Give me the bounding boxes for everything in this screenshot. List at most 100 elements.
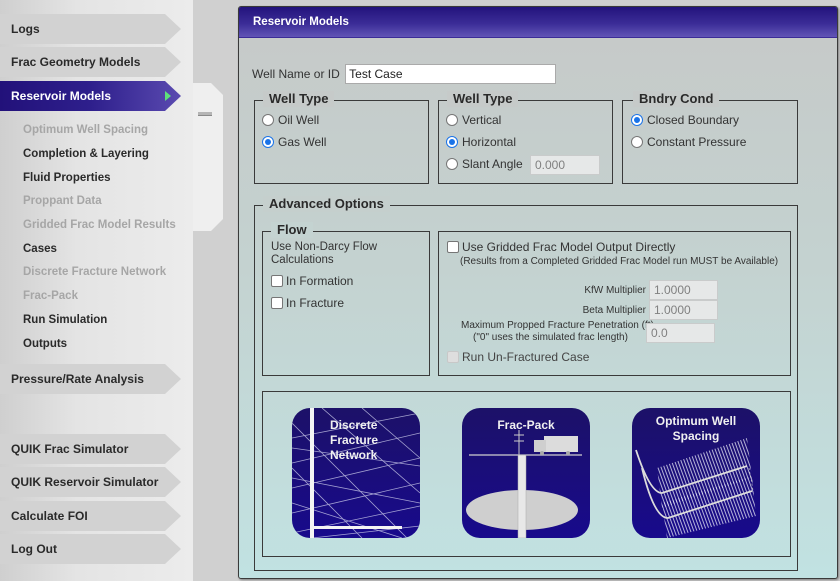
checkbox[interactable]	[271, 297, 283, 309]
checkbox[interactable]	[447, 241, 459, 253]
max-penetration-label: Maximum Propped Fracture Penetration (ft…	[461, 320, 654, 331]
radio-button[interactable]	[631, 114, 643, 126]
kfw-multiplier-label: KfW Multiplier	[584, 285, 646, 296]
radio-vertical[interactable]: Vertical	[446, 113, 501, 127]
boundary-condition-group: Bndry Cond Closed Boundary Constant Pres…	[622, 91, 798, 184]
non-darcy-description: Use Non-Darcy Flow Calculations	[271, 241, 378, 266]
radio-label: Closed Boundary	[647, 113, 740, 127]
subnav-completion-layering[interactable]: Completion & Layering	[23, 148, 149, 160]
tile-label: Frac-Pack	[462, 418, 590, 433]
radio-button[interactable]	[446, 114, 458, 126]
radio-label: Slant Angle	[462, 157, 523, 171]
advanced-options-group: Advanced Options Flow Use Non-Darcy Flow…	[254, 196, 798, 571]
nav-label: QUIK Reservoir Simulator	[11, 475, 159, 489]
check-label: In Fracture	[286, 296, 345, 310]
nav-label: Calculate FOI	[11, 509, 88, 523]
subnav-cases[interactable]: Cases	[23, 243, 57, 255]
tile-label-line: Fracture	[330, 433, 379, 447]
boundary-legend: Bndry Cond	[633, 91, 720, 107]
nav-log-out[interactable]: Log Out	[0, 534, 181, 564]
radio-button[interactable]	[446, 158, 458, 170]
subnav-proppant-data[interactable]: Proppant Data	[23, 195, 102, 207]
checkbox[interactable]	[271, 275, 283, 287]
check-run-unfractured-case[interactable]: Run Un-Fractured Case	[447, 350, 589, 364]
radio-horizontal[interactable]: Horizontal	[446, 135, 516, 149]
radio-slant-angle[interactable]: Slant Angle	[446, 157, 523, 171]
nav-label: Log Out	[11, 542, 57, 556]
check-in-fracture[interactable]: In Fracture	[271, 296, 344, 310]
check-in-formation[interactable]: In Formation	[271, 274, 353, 288]
radio-button[interactable]	[262, 114, 274, 126]
optimum-well-spacing-tile[interactable]: Optimum Well Spacing	[632, 408, 760, 538]
radio-oil-well[interactable]: Oil Well	[262, 113, 319, 127]
checkbox[interactable]	[447, 351, 459, 363]
fluid-type-group: Well Type Oil Well Gas Well	[254, 91, 429, 184]
beta-multiplier-label: Beta Multiplier	[582, 305, 646, 316]
tile-label: Discrete Fracture Network	[330, 418, 378, 463]
tile-label-line: Spacing	[672, 429, 720, 443]
nav-pressure-rate-analysis[interactable]: Pressure/Rate Analysis	[0, 364, 181, 394]
subnav-fluid-properties[interactable]: Fluid Properties	[23, 172, 111, 184]
check-label: In Formation	[286, 274, 354, 288]
radio-constant-pressure[interactable]: Constant Pressure	[631, 135, 746, 149]
panel-title: Reservoir Models	[239, 7, 837, 38]
well-name-row: Well Name or ID	[252, 64, 557, 84]
radio-label: Vertical	[462, 113, 502, 127]
max-penetration-note: ("0" uses the simulated frac length)	[473, 332, 628, 343]
tile-label-line: Discrete	[330, 418, 378, 432]
subnav-run-simulation[interactable]: Run Simulation	[23, 314, 107, 326]
nav-label: Pressure/Rate Analysis	[11, 372, 144, 386]
tile-label-line: Network	[330, 448, 378, 462]
nav-reservoir-models[interactable]: Reservoir Models	[0, 81, 181, 111]
submenu-collapse-tab[interactable]	[193, 83, 223, 231]
radio-button[interactable]	[262, 136, 274, 148]
tile-label-line: Frac-Pack	[497, 418, 555, 432]
subnav-outputs[interactable]: Outputs	[23, 338, 67, 350]
nav-label: QUIK Frac Simulator	[11, 442, 129, 456]
nav-label: Reservoir Models	[11, 89, 112, 103]
check-use-gridded-output[interactable]: Use Gridded Frac Model Output Directly	[447, 240, 675, 254]
nav-label: Frac Geometry Models	[11, 55, 141, 69]
gridded-note: (Results from a Completed Gridded Frac M…	[460, 256, 779, 267]
well-name-input[interactable]	[345, 64, 557, 84]
beta-multiplier-input[interactable]: 1.0000	[649, 300, 718, 320]
subnav-optimum-well-spacing[interactable]: Optimum Well Spacing	[23, 124, 148, 136]
well-name-label: Well Name or ID	[252, 67, 340, 81]
radio-button[interactable]	[631, 136, 643, 148]
check-label: Use Gridded Frac Model Output Directly	[462, 240, 676, 254]
reservoir-models-panel: Reservoir Models Well Name or ID Well Ty…	[238, 6, 838, 579]
flow-group: Flow Use Non-Darcy Flow Calculations In …	[262, 222, 430, 376]
triangle-right-icon	[165, 91, 171, 101]
nav-frac-geometry-models[interactable]: Frac Geometry Models	[0, 47, 181, 77]
nav-quik-reservoir-simulator[interactable]: QUIK Reservoir Simulator	[0, 467, 181, 497]
subnav-discrete-fracture-network[interactable]: Discrete Fracture Network	[23, 266, 166, 278]
max-penetration-input[interactable]: 0.0	[646, 323, 715, 343]
radio-label: Gas Well	[278, 135, 327, 149]
subnav-frac-pack[interactable]: Frac-Pack	[23, 290, 78, 302]
grip-handle-icon	[198, 112, 212, 116]
radio-gas-well[interactable]: Gas Well	[262, 135, 326, 149]
slant-angle-input[interactable]: 0.000	[530, 155, 600, 175]
fluid-type-legend: Well Type	[263, 91, 335, 107]
tile-label-line: Optimum Well	[655, 414, 737, 428]
nav-calculate-foi[interactable]: Calculate FOI	[0, 501, 181, 531]
subnav-gridded-frac-model-results[interactable]: Gridded Frac Model Results	[23, 219, 176, 231]
radio-button[interactable]	[446, 136, 458, 148]
tile-label: Optimum Well Spacing	[632, 414, 760, 444]
well-geometry-legend: Well Type	[447, 91, 519, 107]
nav-label: Logs	[11, 22, 40, 36]
well-geometry-group: Well Type Vertical Horizontal Slant Angl…	[438, 91, 613, 184]
radio-label: Horizontal	[462, 135, 517, 149]
advanced-options-legend: Advanced Options	[263, 196, 390, 212]
gridded-frac-group: Use Gridded Frac Model Output Directly (…	[438, 231, 791, 376]
check-label: Run Un-Fractured Case	[462, 350, 590, 364]
radio-label: Oil Well	[278, 113, 320, 127]
kfw-multiplier-input[interactable]: 1.0000	[649, 280, 718, 300]
sidebar: Logs Frac Geometry Models Reservoir Mode…	[0, 0, 193, 581]
frac-pack-tile[interactable]: Frac-Pack	[462, 408, 590, 538]
nav-quik-frac-simulator[interactable]: QUIK Frac Simulator	[0, 434, 181, 464]
nav-logs[interactable]: Logs	[0, 14, 181, 44]
radio-closed-boundary[interactable]: Closed Boundary	[631, 113, 739, 127]
discrete-fracture-network-tile[interactable]: Discrete Fracture Network	[292, 408, 420, 538]
module-tiles-group: Discrete Fracture Network Frac-Pack Opti…	[262, 391, 791, 557]
